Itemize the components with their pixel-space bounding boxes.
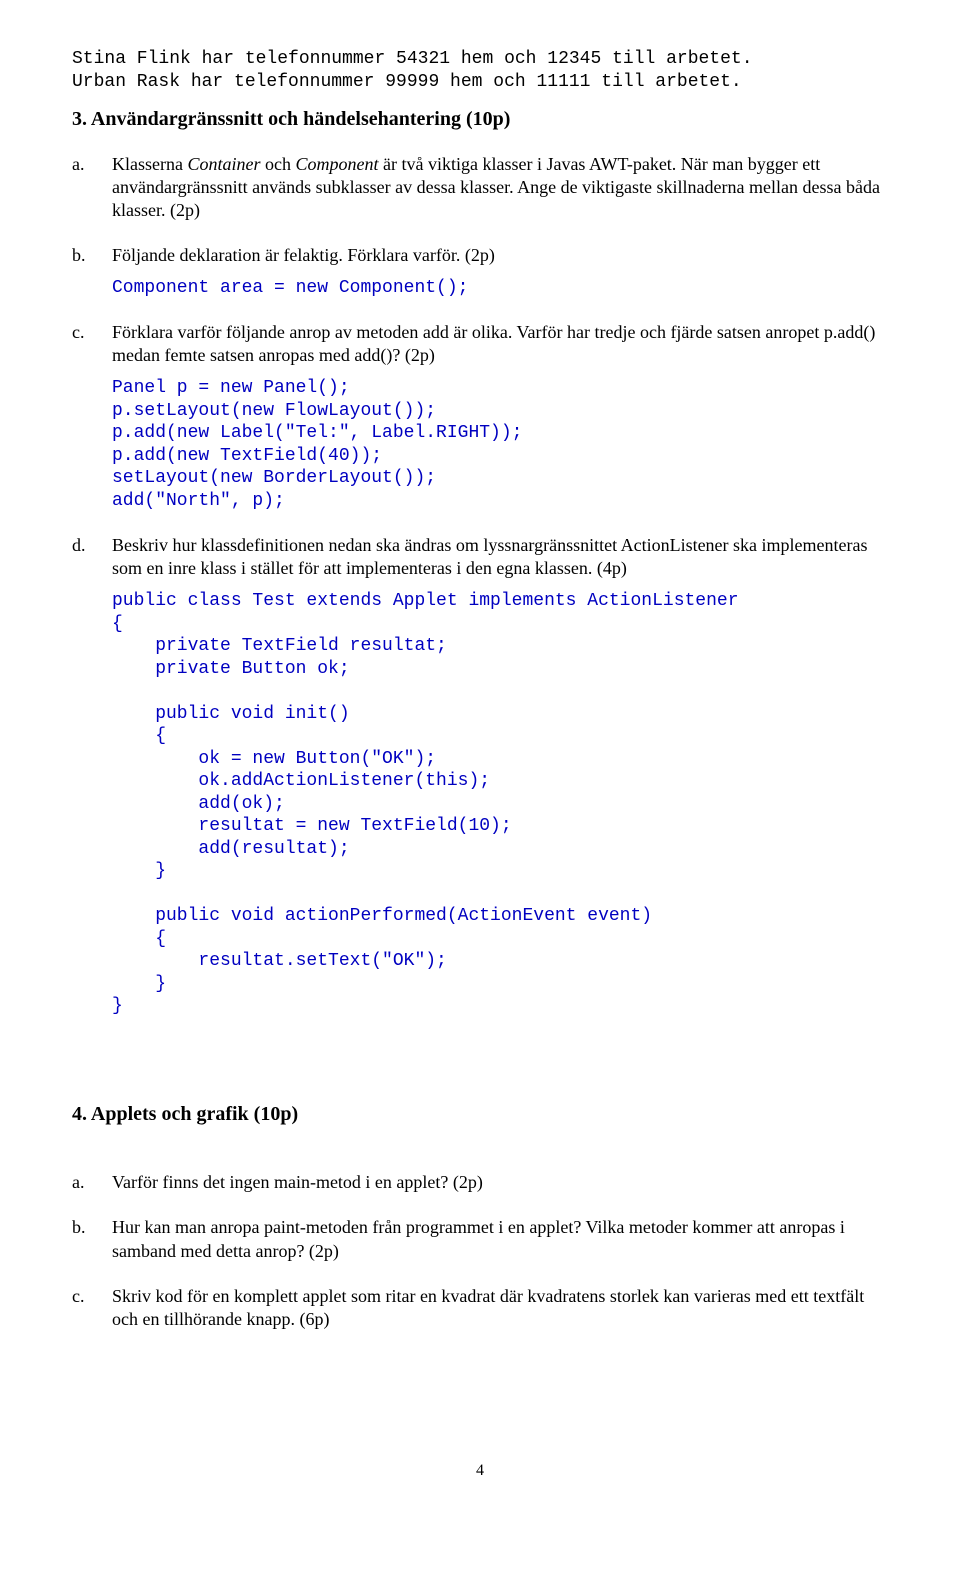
question-3d: d. Beskriv hur klassdefinitionen nedan s…: [72, 534, 888, 1028]
code-block: public class Test extends Applet impleme…: [112, 590, 888, 1018]
question-4c: c. Skriv kod för en komplett applet som …: [72, 1285, 888, 1341]
question-3a: a. Klasserna Container och Component är …: [72, 153, 888, 232]
question-text: Varför finns det ingen main-metod i en a…: [112, 1171, 888, 1194]
section-4-heading: 4. Applets och grafik (10p): [72, 1102, 888, 1128]
question-4b: b. Hur kan man anropa paint-metoden från…: [72, 1216, 888, 1272]
intro-line-2: Urban Rask har telefonnummer 99999 hem o…: [72, 71, 888, 94]
question-text: Klasserna Container och Component är två…: [112, 153, 888, 222]
code-block: Panel p = new Panel(); p.setLayout(new F…: [112, 377, 888, 512]
question-label: a.: [72, 1171, 112, 1194]
section-3-heading: 3. Användargränssnitt och händelsehanter…: [72, 107, 888, 133]
text-fragment: och: [261, 154, 296, 174]
italic-term: Component: [296, 154, 379, 174]
question-text: Förklara varför följande anrop av metode…: [112, 321, 888, 367]
question-4a: a. Varför finns det ingen main-metod i e…: [72, 1171, 888, 1204]
question-label: b.: [72, 1216, 112, 1239]
code-block: Component area = new Component();: [112, 277, 888, 300]
italic-term: Container: [187, 154, 260, 174]
question-label: a.: [72, 153, 112, 176]
question-label: d.: [72, 534, 112, 557]
question-text: Beskriv hur klassdefinitionen nedan ska …: [112, 534, 888, 580]
question-text: Hur kan man anropa paint-metoden från pr…: [112, 1216, 888, 1262]
question-text: Följande deklaration är felaktig. Förkla…: [112, 244, 888, 267]
intro-line-1: Stina Flink har telefonnummer 54321 hem …: [72, 48, 888, 71]
question-3c: c. Förklara varför följande anrop av met…: [72, 321, 888, 522]
question-label: b.: [72, 244, 112, 267]
question-label: c.: [72, 321, 112, 344]
question-text: Skriv kod för en komplett applet som rit…: [112, 1285, 888, 1331]
question-3b: b. Följande deklaration är felaktig. För…: [72, 244, 888, 310]
page-number: 4: [72, 1461, 888, 1481]
question-label: c.: [72, 1285, 112, 1308]
text-fragment: Klasserna: [112, 154, 187, 174]
